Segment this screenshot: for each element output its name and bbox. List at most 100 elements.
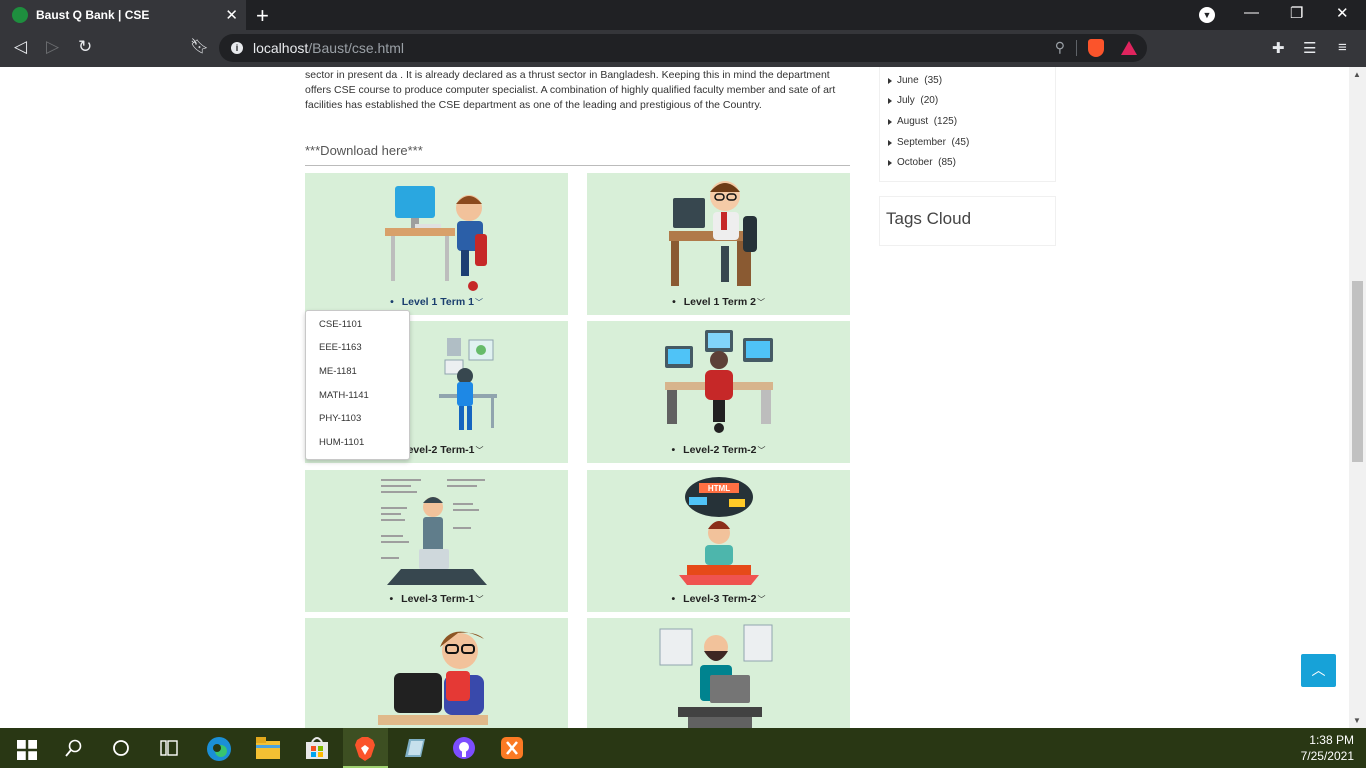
zoom-icon[interactable]: ⚲: [1055, 39, 1065, 56]
student-computer-illustration: [668, 181, 757, 286]
new-tab-button[interactable]: +: [256, 3, 269, 29]
archive-item-july[interactable]: July (20): [887, 95, 939, 106]
course-card[interactable]: • Level-2 Term-2﹀: [587, 321, 850, 463]
notepad-app-icon[interactable]: [403, 737, 427, 759]
archive-count: (85): [938, 157, 956, 168]
scroll-up-icon[interactable]: ▲: [1353, 70, 1361, 79]
back-icon[interactable]: ◁: [14, 37, 27, 57]
url-host: localhost: [253, 40, 309, 56]
windows-taskbar: 1:38 PM 7/25/2021: [0, 728, 1366, 768]
archive-count: (35): [924, 75, 943, 86]
edge-browser-icon[interactable]: [206, 736, 232, 762]
student-computer-illustration: [380, 479, 487, 585]
page-viewport: sector in present da . It is already dec…: [0, 67, 1366, 728]
forward-icon[interactable]: ▷: [46, 37, 59, 57]
brave-browser-icon: [355, 737, 375, 761]
clock-date: 7/25/2021: [1300, 749, 1354, 763]
term-label[interactable]: • Level-3 Term-1﹀: [305, 593, 568, 605]
scroll-to-top-button[interactable]: ︿: [1301, 654, 1336, 687]
divider: [305, 165, 850, 166]
scrollbar-thumb[interactable]: [1352, 281, 1363, 462]
url-path: /Baust/cse.html: [308, 40, 404, 56]
term-label[interactable]: • Level 1 Term 2﹀: [587, 296, 850, 308]
course-card[interactable]: [305, 618, 568, 728]
dropdown-item-phy-1103[interactable]: PHY-1103: [319, 413, 361, 424]
brave-rewards-icon[interactable]: [1121, 41, 1137, 55]
archive-count: (125): [933, 116, 958, 127]
search-icon[interactable]: [63, 738, 85, 758]
tags-cloud-title: Tags Cloud: [886, 209, 972, 228]
archive-month[interactable]: July: [897, 95, 915, 106]
extensions-icon[interactable]: ✚: [1272, 39, 1285, 57]
chevron-down-icon: ﹀: [475, 446, 484, 455]
browser-tab-bar: Baust Q Bank | CSE ✕ + ▼ — ❐ ✕: [0, 0, 1366, 30]
term-label[interactable]: • Level 1 Term 1﹀: [305, 296, 568, 308]
department-intro-text: sector in present da . It is already dec…: [305, 69, 836, 111]
system-clock[interactable]: 1:38 PM 7/25/2021: [1301, 732, 1354, 764]
archive-item-june[interactable]: June (35): [887, 75, 943, 86]
reload-icon[interactable]: ↻: [78, 37, 92, 57]
course-card[interactable]: • Level 1 Term 2﹀: [587, 173, 850, 315]
term-label-text: Level-3 Term-2: [683, 593, 757, 605]
scroll-down-icon[interactable]: ▼: [1353, 716, 1361, 725]
chevron-down-icon: ﹀: [475, 595, 484, 604]
dropdown-item-hum-1101[interactable]: HUM-1101: [319, 437, 364, 448]
brave-taskbar-button[interactable]: [343, 728, 388, 768]
dropdown-item-me-1181[interactable]: ME-1181: [319, 366, 357, 377]
tab-title: Baust Q Bank | CSE: [36, 8, 150, 22]
course-card[interactable]: • Level 1 Term 1﹀: [305, 173, 568, 315]
course-card[interactable]: HTML • Level-3 Term-2﹀: [587, 470, 850, 612]
archive-month[interactable]: August: [897, 116, 928, 127]
task-view-icon[interactable]: [158, 738, 180, 758]
archive-item-october[interactable]: October (85): [888, 157, 956, 168]
chevron-down-icon: ﹀: [756, 298, 765, 307]
dropdown-item-cse-1101[interactable]: CSE-1101: [319, 319, 362, 330]
chevron-down-icon: ﹀: [757, 595, 766, 604]
archive-month[interactable]: September: [897, 137, 946, 148]
xampp-icon[interactable]: [500, 736, 524, 760]
term-label-text: Level-2 Term-2: [683, 444, 757, 456]
browser-tab[interactable]: Baust Q Bank | CSE ✕: [0, 0, 246, 30]
media-queue-icon[interactable]: ☰: [1303, 39, 1316, 57]
archive-month[interactable]: June: [897, 75, 919, 86]
dropdown-item-eee-1163[interactable]: EEE-1163: [319, 342, 362, 353]
student-computer-illustration: [377, 631, 488, 725]
restore-icon[interactable]: ❐: [1290, 4, 1303, 22]
student-computer-illustration: HTML: [678, 477, 759, 585]
archive-month[interactable]: October: [897, 157, 933, 168]
github-desktop-icon[interactable]: [452, 736, 476, 760]
microsoft-store-icon[interactable]: [305, 736, 329, 760]
site-info-icon[interactable]: i: [231, 42, 243, 54]
course-card[interactable]: [587, 618, 850, 728]
archive-item-august[interactable]: August (125): [887, 116, 958, 127]
download-icon[interactable]: ▼: [1199, 7, 1215, 23]
url-text[interactable]: localhost/Baust/cse.html: [253, 40, 404, 56]
term-label-text: Level-2 Term-1: [401, 444, 475, 456]
student-computer-illustration: [384, 186, 487, 291]
student-computer-illustration: [664, 330, 773, 433]
archive-count: (45): [951, 137, 970, 148]
window-close-icon[interactable]: ✕: [1336, 4, 1349, 22]
menu-icon[interactable]: ≡: [1338, 39, 1347, 56]
windows-start-icon[interactable]: [16, 740, 38, 760]
course-dropdown-menu: CSE-1101 EEE-1163 ME-1181 MATH-1141 PHY-…: [305, 310, 410, 460]
chevron-down-icon: ﹀: [757, 446, 766, 455]
download-heading: ***Download here***: [305, 143, 423, 158]
file-explorer-icon[interactable]: [256, 737, 280, 759]
tab-close-icon[interactable]: ✕: [225, 6, 238, 24]
archive-item-september[interactable]: September (45): [887, 137, 970, 148]
archives-widget: June (35) July (20) August (125) Septemb…: [880, 67, 1055, 181]
dropdown-item-math-1141[interactable]: MATH-1141: [319, 390, 369, 401]
brave-shield-icon[interactable]: [1088, 39, 1104, 57]
bookmark-icon[interactable]: 🔖︎: [190, 37, 209, 55]
cortana-icon[interactable]: [110, 738, 132, 758]
chevron-up-icon: ︿: [1311, 662, 1326, 678]
term-label[interactable]: • Level-2 Term-2﹀: [587, 444, 850, 456]
archive-count: (20): [920, 95, 939, 106]
course-card[interactable]: • Level-3 Term-1﹀: [305, 470, 568, 612]
page-scrollbar[interactable]: ▲ ▼: [1349, 67, 1366, 728]
address-bar[interactable]: i localhost/Baust/cse.html ⚲: [219, 34, 1147, 62]
minimize-icon[interactable]: —: [1244, 4, 1259, 21]
term-label[interactable]: • Level-3 Term-2﹀: [587, 593, 850, 605]
tags-cloud-widget: Tags Cloud: [880, 197, 1055, 245]
